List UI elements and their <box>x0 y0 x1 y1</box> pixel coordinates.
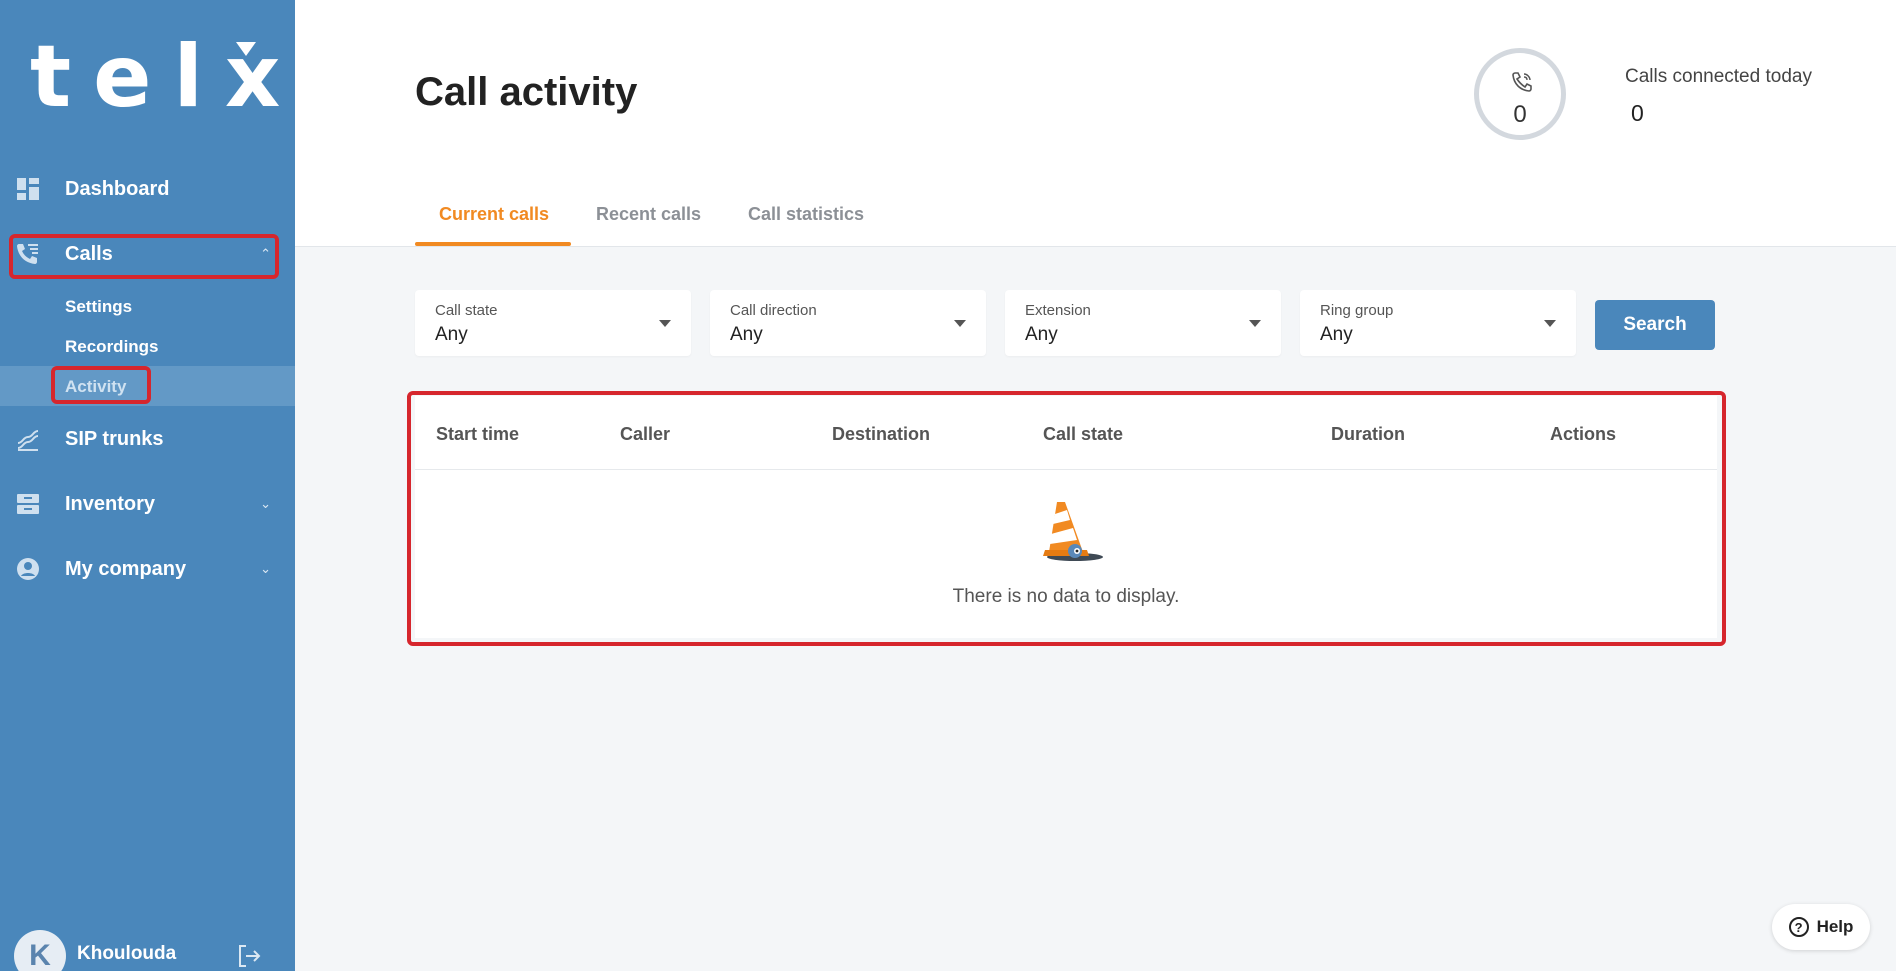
calls-connected-label: Calls connected today <box>1625 66 1812 87</box>
ring-group-select[interactable]: Ring group Any <box>1300 290 1576 356</box>
logout-icon[interactable] <box>236 943 262 969</box>
filter-label: Extension <box>1025 302 1091 319</box>
chevron-up-icon[interactable]: ⌃ <box>260 246 271 262</box>
call-direction-select[interactable]: Call direction Any <box>710 290 986 356</box>
sidebar-subitem-activity[interactable]: Activity <box>65 377 126 397</box>
sidebar-item-dashboard[interactable]: Dashboard <box>0 163 295 215</box>
caret-down-icon <box>1249 320 1261 327</box>
question-icon: ? <box>1788 917 1809 937</box>
sidebar-item-label: Calls <box>65 242 113 265</box>
calls-table: Start time Caller Destination Call state… <box>415 396 1717 638</box>
sidebar-item-label: Inventory <box>65 492 156 515</box>
calls-connected-value: 0 <box>1631 100 1644 126</box>
column-header-caller[interactable]: Caller <box>620 424 670 445</box>
tab-current-calls[interactable]: Current calls <box>439 204 549 225</box>
sidebar-subitem-settings[interactable]: Settings <box>65 297 132 317</box>
user-name: Khoulouda <box>77 943 177 964</box>
column-header-destination[interactable]: Destination <box>832 424 930 445</box>
logo-dot-icon <box>236 42 256 56</box>
filter-value: Any <box>730 324 763 345</box>
sidebar-item-my-company[interactable]: My company ⌄ <box>0 543 295 595</box>
sidebar-item-label: Dashboard <box>65 177 170 200</box>
tab-recent-calls[interactable]: Recent calls <box>596 204 701 225</box>
filter-label: Ring group <box>1320 302 1394 319</box>
column-header-call-state[interactable]: Call state <box>1043 424 1123 445</box>
filter-value: Any <box>1025 324 1058 345</box>
caret-down-icon <box>954 320 966 327</box>
filter-label: Call direction <box>730 302 817 319</box>
avatar[interactable]: K <box>14 930 66 971</box>
inventory-icon <box>15 491 41 517</box>
filter-value: Any <box>435 324 468 345</box>
page-header: Call activity 0 Calls connected today 0 … <box>295 0 1896 247</box>
sidebar-item-label: SIP trunks <box>65 427 164 450</box>
company-icon <box>15 556 41 582</box>
help-label: Help <box>1816 917 1854 936</box>
phone-icon <box>1511 71 1533 93</box>
table-divider <box>415 469 1717 470</box>
sidebar-item-inventory[interactable]: Inventory ⌄ <box>0 478 295 530</box>
phone-list-icon <box>15 241 41 267</box>
column-header-duration[interactable]: Duration <box>1331 424 1405 445</box>
help-button[interactable]: ? Help <box>1772 904 1870 950</box>
sip-trunks-icon <box>15 426 41 452</box>
active-tab-underline <box>415 242 571 246</box>
extension-select[interactable]: Extension Any <box>1005 290 1281 356</box>
filter-value: Any <box>1320 324 1353 345</box>
calls-counter-ring: 0 <box>1474 48 1566 140</box>
sidebar-item-sip-trunks[interactable]: SIP trunks <box>0 413 295 465</box>
page-title: Call activity <box>415 70 638 114</box>
counter-value: 0 <box>1513 101 1527 128</box>
tab-call-statistics[interactable]: Call statistics <box>748 204 864 225</box>
active-subitem-background <box>0 366 295 406</box>
caret-down-icon <box>1544 320 1556 327</box>
call-state-select[interactable]: Call state Any <box>415 290 691 356</box>
sidebar-subitem-recordings[interactable]: Recordings <box>65 337 159 357</box>
filter-label: Call state <box>435 302 498 319</box>
dashboard-icon <box>15 176 41 202</box>
sidebar-item-calls[interactable]: Calls ⌃ <box>0 228 295 280</box>
sidebar: telxi Dashboard Calls ⌃ Settings Recordi… <box>0 0 332 971</box>
chevron-down-icon[interactable]: ⌄ <box>260 561 271 577</box>
traffic-cone-icon <box>1035 496 1105 564</box>
search-button[interactable]: Search <box>1595 300 1715 350</box>
sidebar-item-label: My company <box>65 557 187 580</box>
column-header-actions: Actions <box>1550 424 1617 444</box>
caret-down-icon <box>659 320 671 327</box>
chevron-down-icon[interactable]: ⌄ <box>260 496 271 512</box>
column-header-start-time[interactable]: Start time <box>436 424 519 445</box>
empty-state-text: There is no data to display. <box>952 586 1180 607</box>
